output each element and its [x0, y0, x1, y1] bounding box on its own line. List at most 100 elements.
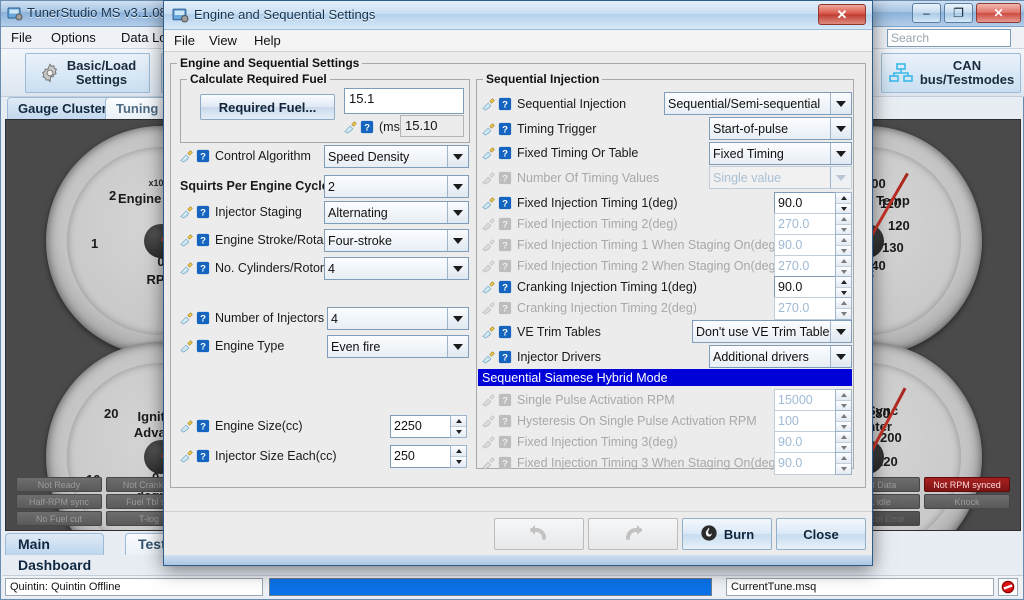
spinner-buttons[interactable]: [835, 192, 852, 215]
pencil-edit-icon[interactable]: [180, 449, 194, 463]
redo-button[interactable]: [588, 518, 678, 550]
injector-drivers-combo[interactable]: Additional drivers: [709, 345, 852, 368]
menu-options[interactable]: Options: [51, 30, 96, 45]
cranking-injection-timing-1-value[interactable]: 90.0: [774, 276, 835, 299]
spinner-up-icon[interactable]: [836, 193, 851, 204]
chevron-down-icon[interactable]: [830, 93, 851, 114]
required-fuel-value-field[interactable]: 15.1: [344, 88, 464, 114]
spinner-down-icon[interactable]: [451, 457, 466, 467]
help-question-icon[interactable]: ?: [196, 449, 210, 463]
fixed-timing-or-table-combo[interactable]: Fixed Timing: [709, 142, 852, 165]
help-question-icon[interactable]: ?: [498, 196, 512, 210]
help-question-icon[interactable]: ?: [196, 419, 210, 433]
help-question-icon[interactable]: ?: [498, 97, 512, 111]
field-icons: ?: [482, 414, 512, 428]
fixed-injection-timing-1-spinner[interactable]: 90.0: [774, 192, 852, 215]
chevron-down-icon[interactable]: [447, 146, 468, 167]
tab-tuning[interactable]: Tuning: [105, 97, 170, 119]
pencil-edit-icon[interactable]: [180, 205, 194, 219]
pencil-edit-icon[interactable]: [482, 196, 496, 210]
pencil-edit-icon[interactable]: [180, 311, 194, 325]
help-question-icon[interactable]: ?: [498, 280, 512, 294]
tab-gauge-cluster[interactable]: Gauge Cluster: [7, 97, 118, 119]
no-entry-icon[interactable]: [998, 577, 1018, 596]
chevron-down-icon[interactable]: [447, 308, 468, 329]
undo-button[interactable]: [494, 518, 584, 550]
maximize-button[interactable]: ❐: [944, 3, 973, 23]
help-question-icon[interactable]: ?: [196, 233, 210, 247]
chevron-down-icon[interactable]: [447, 258, 468, 279]
chevron-down-icon[interactable]: [830, 346, 851, 367]
pencil-edit-icon[interactable]: [482, 97, 496, 111]
cranking-injection-timing-1-spinner[interactable]: 90.0: [774, 276, 852, 299]
required-fuel-button[interactable]: Required Fuel...: [200, 94, 335, 120]
pencil-edit-icon[interactable]: [482, 350, 496, 364]
chevron-down-icon[interactable]: [830, 321, 851, 342]
pencil-edit-icon[interactable]: [180, 419, 194, 433]
basic-load-settings-button[interactable]: Basic/Load Settings: [25, 53, 150, 93]
spinner-buttons[interactable]: [835, 276, 852, 299]
spinner-buttons[interactable]: [450, 445, 467, 468]
can-bus-testmodes-button[interactable]: CAN bus/Testmodes: [881, 53, 1021, 93]
pencil-edit-icon[interactable]: [482, 146, 496, 160]
help-question-icon[interactable]: ?: [498, 122, 512, 136]
timing-trigger-combo[interactable]: Start-of-pulse: [709, 117, 852, 140]
help-question-icon[interactable]: ?: [196, 205, 210, 219]
bottom-tab-main-dashboard[interactable]: Main Dashboard: [5, 533, 105, 573]
injector-size-each-spinner[interactable]: 250: [390, 445, 467, 468]
help-question-icon[interactable]: ?: [196, 261, 210, 275]
no-cylinders-rotors-combo[interactable]: 4: [324, 257, 469, 280]
engine-stroke-rotary-combo[interactable]: Four-stroke: [324, 229, 469, 252]
field-icons: ?: [482, 280, 512, 294]
pencil-edit-icon[interactable]: [482, 325, 496, 339]
chevron-down-icon[interactable]: [447, 176, 468, 197]
sequential-injection-combo[interactable]: Sequential/Semi-sequential: [664, 92, 852, 115]
engine-size-value[interactable]: 2250: [390, 415, 450, 438]
minimize-button[interactable]: –: [912, 3, 941, 23]
menu-file[interactable]: File: [11, 30, 32, 45]
fixed-injection-timing-1-value[interactable]: 90.0: [774, 192, 835, 215]
svg-text:?: ?: [502, 304, 508, 315]
spinner-up-icon[interactable]: [836, 277, 851, 288]
help-question-icon[interactable]: ?: [498, 146, 512, 160]
pencil-edit-icon[interactable]: [180, 261, 194, 275]
pencil-edit-icon[interactable]: [180, 339, 194, 353]
engine-size-spinner[interactable]: 2250: [390, 415, 467, 438]
pencil-edit-icon[interactable]: [482, 122, 496, 136]
ve-trim-tables-combo[interactable]: Don't use VE Trim Tables: [692, 320, 852, 343]
control-algorithm-combo[interactable]: Speed Density: [324, 145, 469, 168]
number-of-injectors-combo[interactable]: 4: [327, 307, 469, 330]
help-question-icon[interactable]: ?: [498, 325, 512, 339]
engine-type-combo[interactable]: Even fire: [327, 335, 469, 358]
chevron-down-icon[interactable]: [830, 143, 851, 164]
spinner-up-icon[interactable]: [451, 446, 466, 457]
close-button[interactable]: ✕: [976, 3, 1021, 23]
help-question-icon[interactable]: ?: [196, 339, 210, 353]
help-question-icon[interactable]: ?: [498, 350, 512, 364]
pencil-edit-icon[interactable]: [482, 280, 496, 294]
spinner-buttons[interactable]: [450, 415, 467, 438]
search-input[interactable]: Search: [887, 29, 1011, 47]
injector-staging-combo[interactable]: Alternating: [324, 201, 469, 224]
dialog-menu-help[interactable]: Help: [254, 33, 281, 48]
injector-size-each-row: ? Injector Size Each(cc): [180, 445, 337, 467]
chevron-down-icon[interactable]: [830, 118, 851, 139]
burn-button[interactable]: Burn: [682, 518, 772, 550]
dialog-menu-view[interactable]: View: [209, 33, 237, 48]
pencil-edit-icon[interactable]: [344, 120, 358, 134]
pencil-edit-icon[interactable]: [180, 149, 194, 163]
spinner-up-icon[interactable]: [451, 416, 466, 427]
help-question-icon[interactable]: ?: [196, 149, 210, 163]
squirts-per-cycle-combo[interactable]: 2: [324, 175, 469, 198]
dialog-close-button[interactable]: ✕: [818, 4, 866, 25]
chevron-down-icon[interactable]: [447, 336, 468, 357]
help-question-icon[interactable]: ?: [196, 311, 210, 325]
pencil-edit-icon[interactable]: [180, 233, 194, 247]
chevron-down-icon[interactable]: [447, 202, 468, 223]
chevron-down-icon[interactable]: [447, 230, 468, 251]
close-dialog-button[interactable]: Close: [776, 518, 866, 550]
injector-size-each-value[interactable]: 250: [390, 445, 450, 468]
spinner-down-icon[interactable]: [451, 427, 466, 437]
help-question-icon[interactable]: ?: [360, 120, 374, 134]
dialog-menu-file[interactable]: File: [174, 33, 195, 48]
